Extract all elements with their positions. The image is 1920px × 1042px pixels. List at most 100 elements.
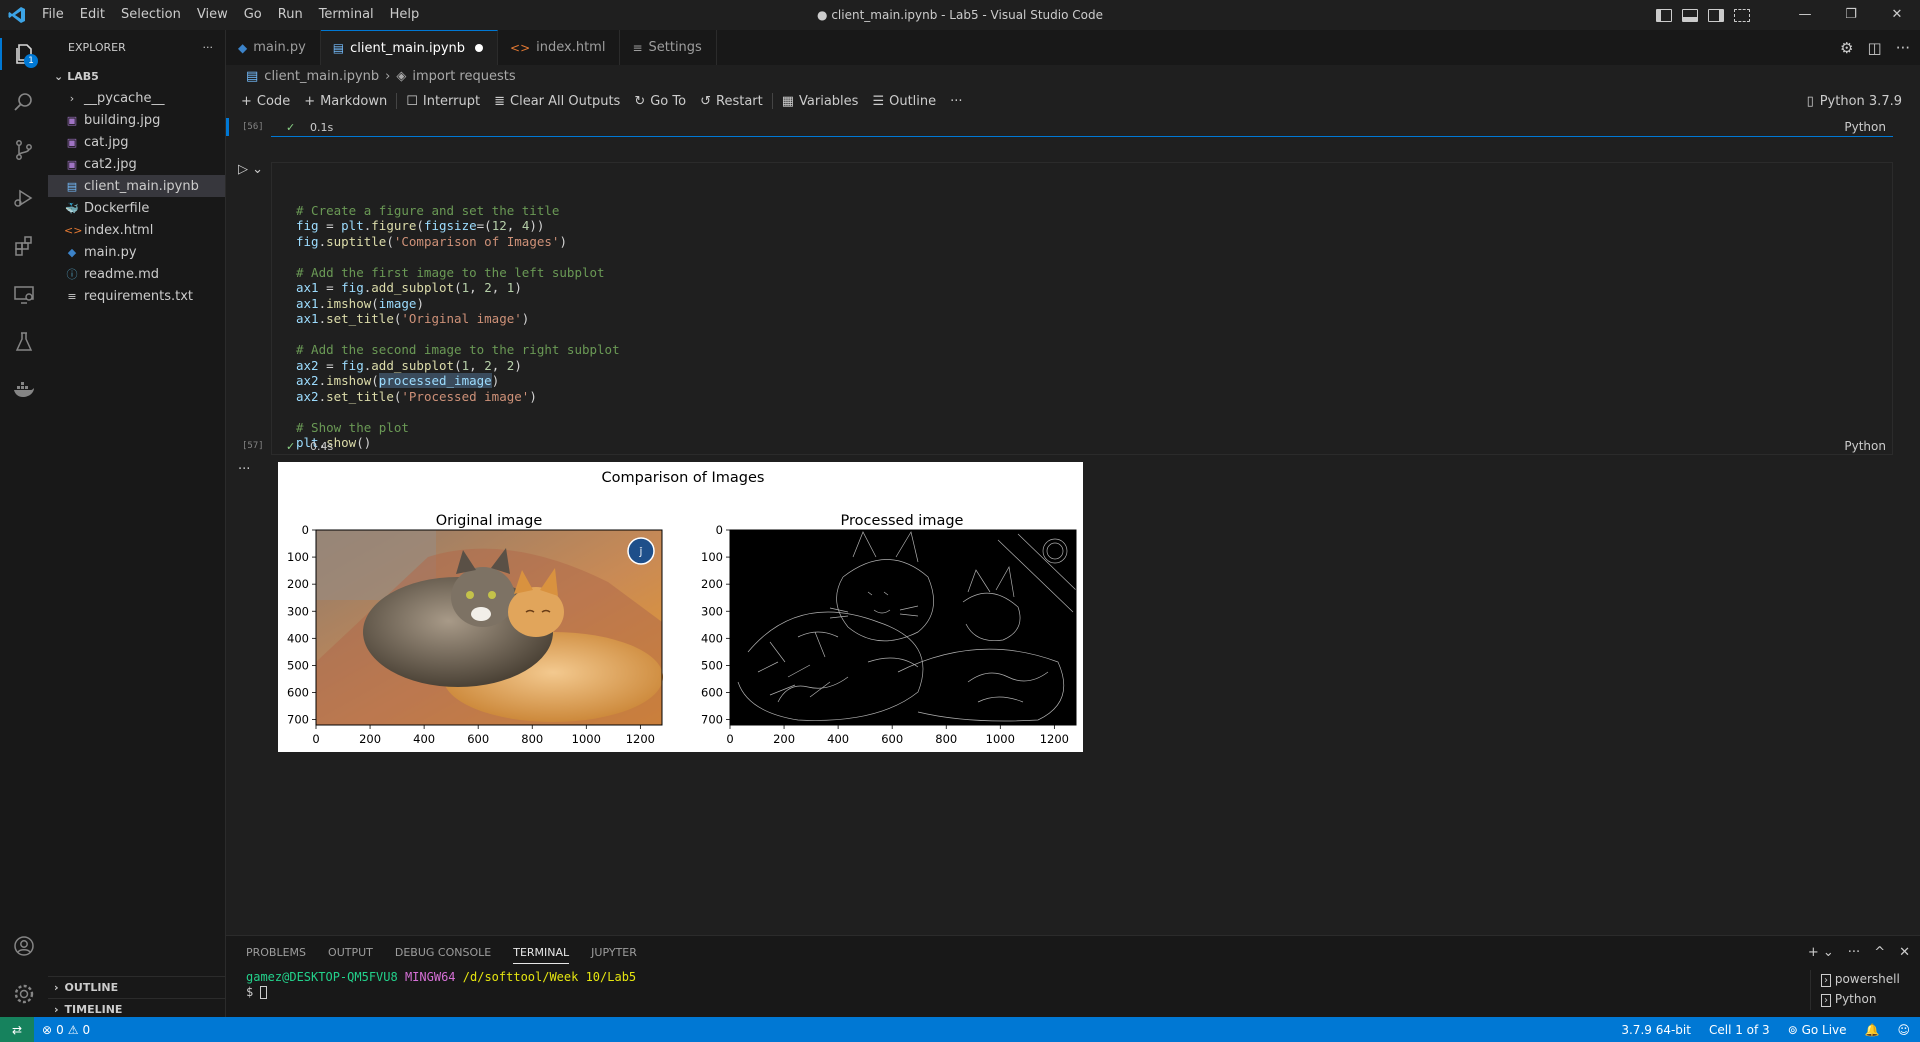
outline-button[interactable]: ☰ Outline (865, 94, 943, 109)
more-actions-icon[interactable]: ··· (1896, 39, 1910, 57)
tab-client-main-ipynb[interactable]: ▤ client_main.ipynb (320, 30, 499, 65)
source-control-icon[interactable] (0, 126, 48, 174)
file-item-main-py[interactable]: ◆ main.py (48, 241, 225, 263)
search-icon[interactable] (0, 78, 48, 126)
cell-language[interactable]: Python (1844, 120, 1886, 134)
file-item-cat-jpg[interactable]: ▣ cat.jpg (48, 131, 225, 153)
folder-root-lab5[interactable]: ⌄ LAB5 (48, 65, 225, 87)
folder-root-label: LAB5 (67, 69, 99, 83)
python-version[interactable]: 3.7.9 64-bit (1621, 1023, 1691, 1037)
explorer-icon[interactable]: 1 (0, 30, 48, 78)
file-item-cat2-jpg[interactable]: ▣ cat2.jpg (48, 153, 225, 175)
extensions-icon[interactable] (0, 222, 48, 270)
close-panel-icon[interactable]: ✕ (1899, 945, 1910, 960)
file-item-dockerfile[interactable]: 🐳 Dockerfile (48, 197, 225, 219)
tab-index-html[interactable]: <> index.html (498, 30, 621, 65)
tab-label: client_main.ipynb (350, 40, 466, 56)
file-item-index-html[interactable]: <> index.html (48, 219, 225, 241)
file-item-pycache[interactable]: › __pycache__ (48, 87, 225, 109)
variables-button[interactable]: ▦ Variables (775, 94, 866, 109)
code-cell[interactable]: # Create a figure and set the title fig =… (271, 162, 1893, 455)
menu-help[interactable]: Help (382, 0, 428, 30)
toggle-panel-icon[interactable] (1682, 8, 1698, 22)
menu-file[interactable]: File (34, 0, 72, 30)
testing-icon[interactable] (0, 318, 48, 366)
more-actions-icon[interactable]: ··· (203, 41, 214, 54)
svg-text:Ĵ: Ĵ (639, 547, 643, 558)
y-tick-label: 300 (701, 604, 723, 618)
menu-run[interactable]: Run (270, 0, 311, 30)
y-tick-label: 600 (701, 686, 723, 700)
cell-language[interactable]: Python (1844, 439, 1886, 453)
toggle-primary-sidebar-icon[interactable] (1656, 8, 1672, 22)
manage-gear-icon[interactable] (0, 970, 48, 1018)
tab-terminal[interactable]: TERMINAL (513, 946, 570, 964)
file-item-client-main-ipynb[interactable]: ▤ client_main.ipynb (48, 175, 225, 197)
more-actions-icon[interactable]: ··· (1848, 945, 1860, 960)
more-actions-icon[interactable]: ··· (943, 94, 969, 109)
tab-main-py[interactable]: ◆ main.py (226, 30, 321, 65)
terminal-item-powershell[interactable]: › powershell (1821, 970, 1920, 990)
notifications-bell-icon[interactable]: 🔔 (1865, 1023, 1880, 1037)
remote-indicator-icon[interactable]: ⇄ (0, 1017, 34, 1042)
maximize-panel-icon[interactable]: ^ (1874, 945, 1885, 960)
restore-icon[interactable]: ❐ (1828, 0, 1874, 30)
menu-view[interactable]: View (189, 0, 236, 30)
close-window-icon[interactable]: ✕ (1874, 0, 1920, 30)
terminal-item-python[interactable]: › Python (1821, 990, 1920, 1010)
kernel-picker[interactable]: ▯ Python 3.7.9 (1807, 87, 1902, 115)
tab-jupyter[interactable]: JUPYTER (591, 946, 637, 959)
problems-status[interactable]: ⊗ 0 ⚠ 0 (34, 1023, 90, 1037)
outline-section[interactable]: › OUTLINE (48, 976, 226, 998)
terminal-content[interactable]: gamez@DESKTOP-QM5FVU8 MINGW64 /d/softtoo… (246, 970, 636, 1000)
gear-icon[interactable]: ⚙ (1840, 39, 1853, 57)
run-debug-icon[interactable] (0, 174, 48, 222)
add-markdown-button[interactable]: + Markdown (297, 94, 394, 109)
menu-terminal[interactable]: Terminal (311, 0, 382, 30)
file-item-building-jpg[interactable]: ▣ building.jpg (48, 109, 225, 131)
add-code-button[interactable]: + Code (234, 94, 297, 109)
go-live-button[interactable]: ⊚ Go Live (1788, 1023, 1847, 1037)
menu-edit[interactable]: Edit (72, 0, 113, 30)
notebook-toolbar: + Code + Markdown ☐ Interrupt ≣ Clear Al… (226, 87, 1920, 115)
tab-debug-console[interactable]: DEBUG CONSOLE (395, 946, 491, 959)
unsaved-dot-icon[interactable] (475, 44, 484, 52)
file-item-readme-md[interactable]: ⓘ readme.md (48, 263, 225, 285)
code-line: ax1 = fig.add_subplot(1, 2, 1) (296, 280, 522, 295)
tab-settings[interactable]: ≡ Settings (620, 30, 717, 65)
check-icon: ✓ (286, 120, 296, 134)
tab-output[interactable]: OUTPUT (328, 946, 373, 959)
goto-button[interactable]: ↻ Go To (627, 94, 693, 109)
menu-go[interactable]: Go (236, 0, 270, 30)
interrupt-button[interactable]: ☐ Interrupt (399, 94, 487, 109)
customize-layout-icon[interactable] (1734, 8, 1750, 22)
breadcrumb-symbol[interactable]: import requests (412, 69, 515, 84)
y-tick-label: 500 (701, 658, 723, 672)
minimize-icon[interactable]: — (1782, 0, 1828, 30)
code-line: # Show the plot (296, 419, 409, 435)
menu-selection[interactable]: Selection (113, 0, 189, 30)
processed-image (729, 529, 1077, 726)
restart-button[interactable]: ↺ Restart (693, 94, 770, 109)
new-terminal-icon[interactable]: + ⌄ (1808, 945, 1834, 960)
remote-explorer-icon[interactable] (0, 270, 48, 318)
clear-outputs-button[interactable]: ≣ Clear All Outputs (487, 94, 627, 109)
accounts-icon[interactable] (0, 922, 48, 970)
split-editor-icon[interactable]: ◫ (1868, 39, 1882, 57)
toggle-secondary-sidebar-icon[interactable] (1708, 8, 1724, 22)
terminal-label: powershell (1834, 972, 1900, 986)
variables-label: Variables (799, 93, 859, 109)
feedback-icon[interactable]: ☺ (1897, 1023, 1910, 1037)
code-cell-status: [57] ✓ 0.4s Python (226, 437, 1920, 455)
file-label: cat2.jpg (84, 156, 137, 172)
tab-problems[interactable]: PROBLEMS (246, 946, 306, 959)
breadcrumb-file[interactable]: client_main.ipynb (264, 69, 379, 84)
output-more-button[interactable]: ··· (238, 462, 250, 477)
run-cell-button[interactable]: ▷ ⌄ (238, 162, 263, 177)
code-editor[interactable]: # Create a figure and set the title fig =… (296, 187, 620, 451)
restart-icon: ↺ (700, 93, 711, 109)
y-tick-label: 700 (701, 713, 723, 727)
cell-position[interactable]: Cell 1 of 3 (1709, 1023, 1770, 1037)
docker-icon[interactable] (0, 366, 48, 414)
file-item-requirements-txt[interactable]: ≡ requirements.txt (48, 285, 225, 307)
